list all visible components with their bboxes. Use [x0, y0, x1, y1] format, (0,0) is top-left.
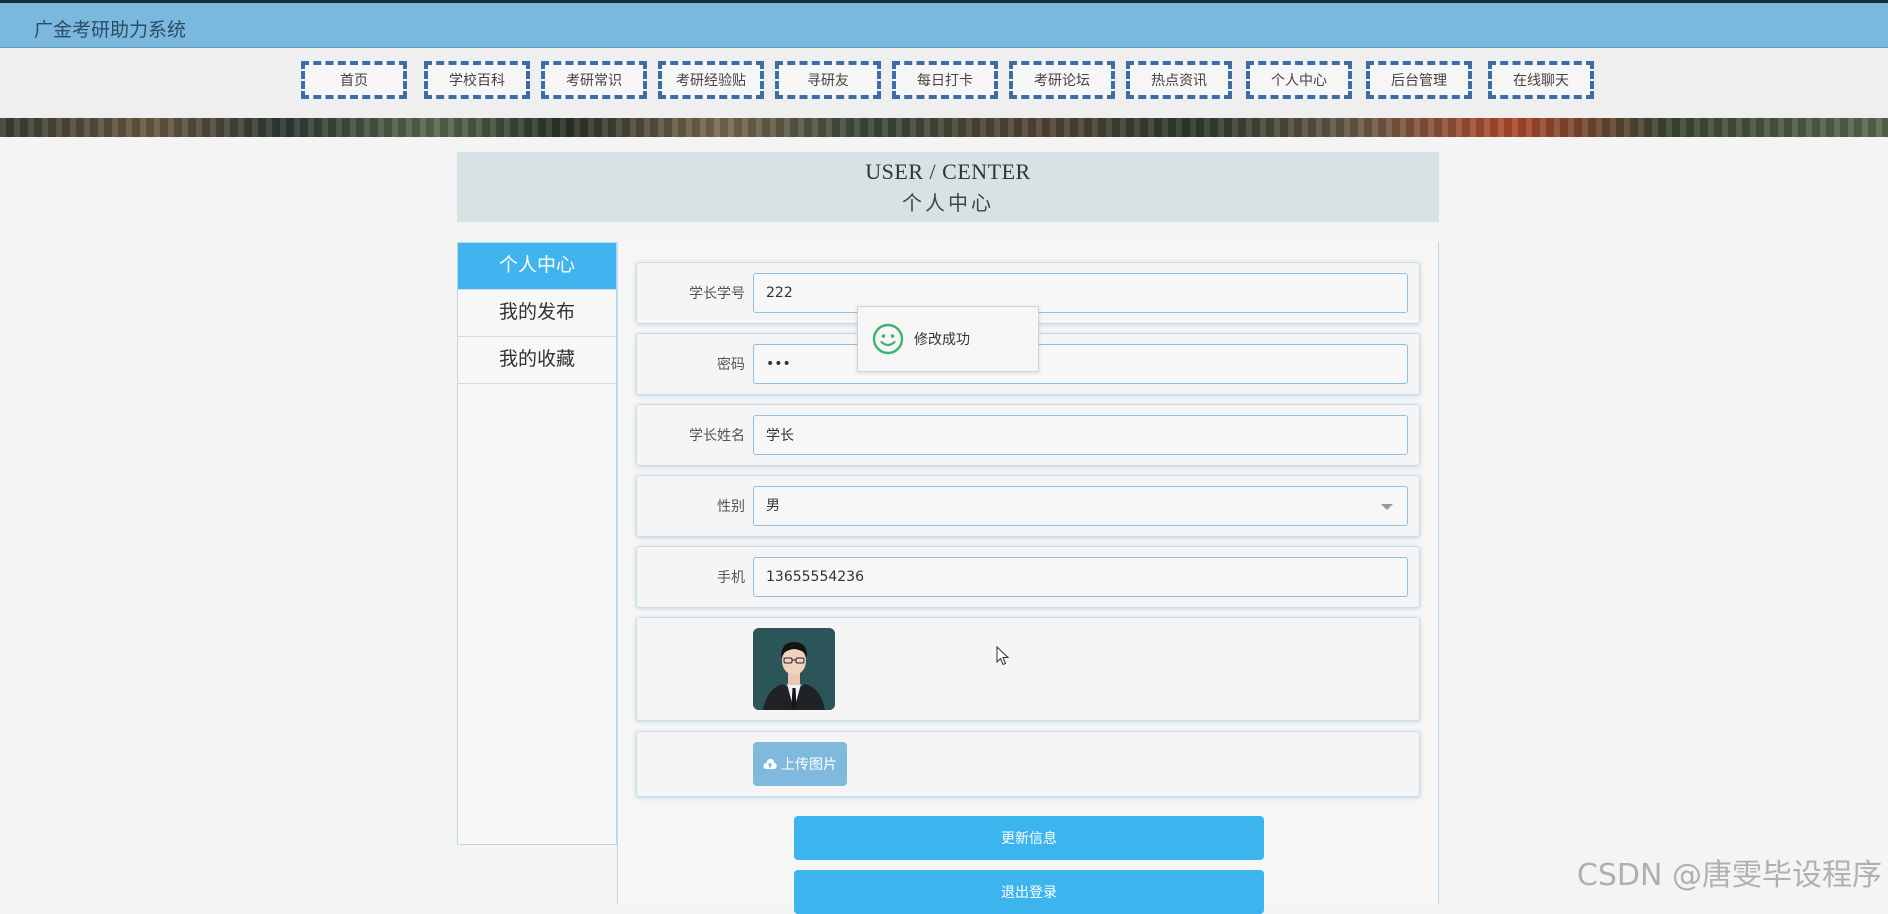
sidebar-item-user-center[interactable]: 个人中心 [458, 243, 616, 290]
cloud-upload-icon [763, 759, 777, 769]
form-row-name: 学长姓名 [636, 404, 1420, 466]
nav-item-experience[interactable]: 考研经验贴 [658, 61, 764, 99]
nav-item-daily-checkin[interactable]: 每日打卡 [892, 61, 998, 99]
student-id-label: 学长学号 [689, 286, 745, 302]
gender-label: 性别 [717, 499, 745, 515]
sidebar-item-my-posts[interactable]: 我的发布 [458, 290, 616, 337]
nav-item-forum[interactable]: 考研论坛 [1009, 61, 1115, 99]
form-row-phone: 手机 [636, 546, 1420, 608]
main-nav: 首页 学校百科 考研常识 考研经验贴 寻研友 每日打卡 考研论坛 热点资讯 个人… [0, 48, 1888, 118]
nav-item-exam-knowledge[interactable]: 考研常识 [541, 61, 647, 99]
form-row-upload: 上传图片 [636, 731, 1420, 797]
success-toast: 修改成功 [857, 306, 1039, 372]
mouse-cursor-icon [996, 645, 1010, 670]
watermark: CSDN @唐雯毕设程序 [1576, 858, 1882, 893]
section-header: USER / CENTER 个人中心 [457, 152, 1439, 222]
avatar [753, 628, 835, 710]
chevron-down-icon [1381, 504, 1393, 510]
upload-image-button[interactable]: 上传图片 [753, 742, 847, 786]
app-title: 广金考研助力系统 [34, 19, 187, 41]
smile-icon [872, 323, 904, 355]
sidebar: 个人中心 我的发布 我的收藏 [457, 242, 617, 845]
nav-item-news[interactable]: 热点资讯 [1126, 61, 1232, 99]
update-info-button[interactable]: 更新信息 [794, 816, 1264, 860]
nav-item-chat[interactable]: 在线聊天 [1488, 61, 1594, 99]
toast-message: 修改成功 [914, 332, 970, 348]
gender-select[interactable]: 男 [753, 486, 1408, 526]
password-label: 密码 [717, 357, 745, 373]
avatar-portrait [753, 628, 835, 710]
section-title-en: USER / CENTER [865, 159, 1031, 184]
nav-item-home[interactable]: 首页 [301, 61, 407, 99]
top-bar: 广金考研助力系统 [0, 0, 1888, 48]
student-id-input[interactable] [753, 273, 1408, 313]
phone-label: 手机 [717, 570, 745, 586]
upload-image-label: 上传图片 [781, 757, 837, 773]
gender-selected-value: 男 [766, 498, 780, 514]
banner-image [0, 118, 1888, 137]
sidebar-item-my-favorites[interactable]: 我的收藏 [458, 337, 616, 384]
name-input[interactable] [753, 415, 1408, 455]
password-input[interactable]: ••• [753, 344, 1408, 384]
name-label: 学长姓名 [689, 428, 745, 444]
logout-button[interactable]: 退出登录 [794, 870, 1264, 914]
nav-item-admin[interactable]: 后台管理 [1366, 61, 1472, 99]
nav-item-find-partner[interactable]: 寻研友 [775, 61, 881, 99]
phone-input[interactable] [753, 557, 1408, 597]
section-title-cn: 个人中心 [902, 191, 994, 215]
form-row-avatar [636, 617, 1420, 721]
form-row-gender: 性别 男 [636, 475, 1420, 537]
nav-item-school-wiki[interactable]: 学校百科 [424, 61, 530, 99]
nav-item-user-center[interactable]: 个人中心 [1246, 61, 1352, 99]
